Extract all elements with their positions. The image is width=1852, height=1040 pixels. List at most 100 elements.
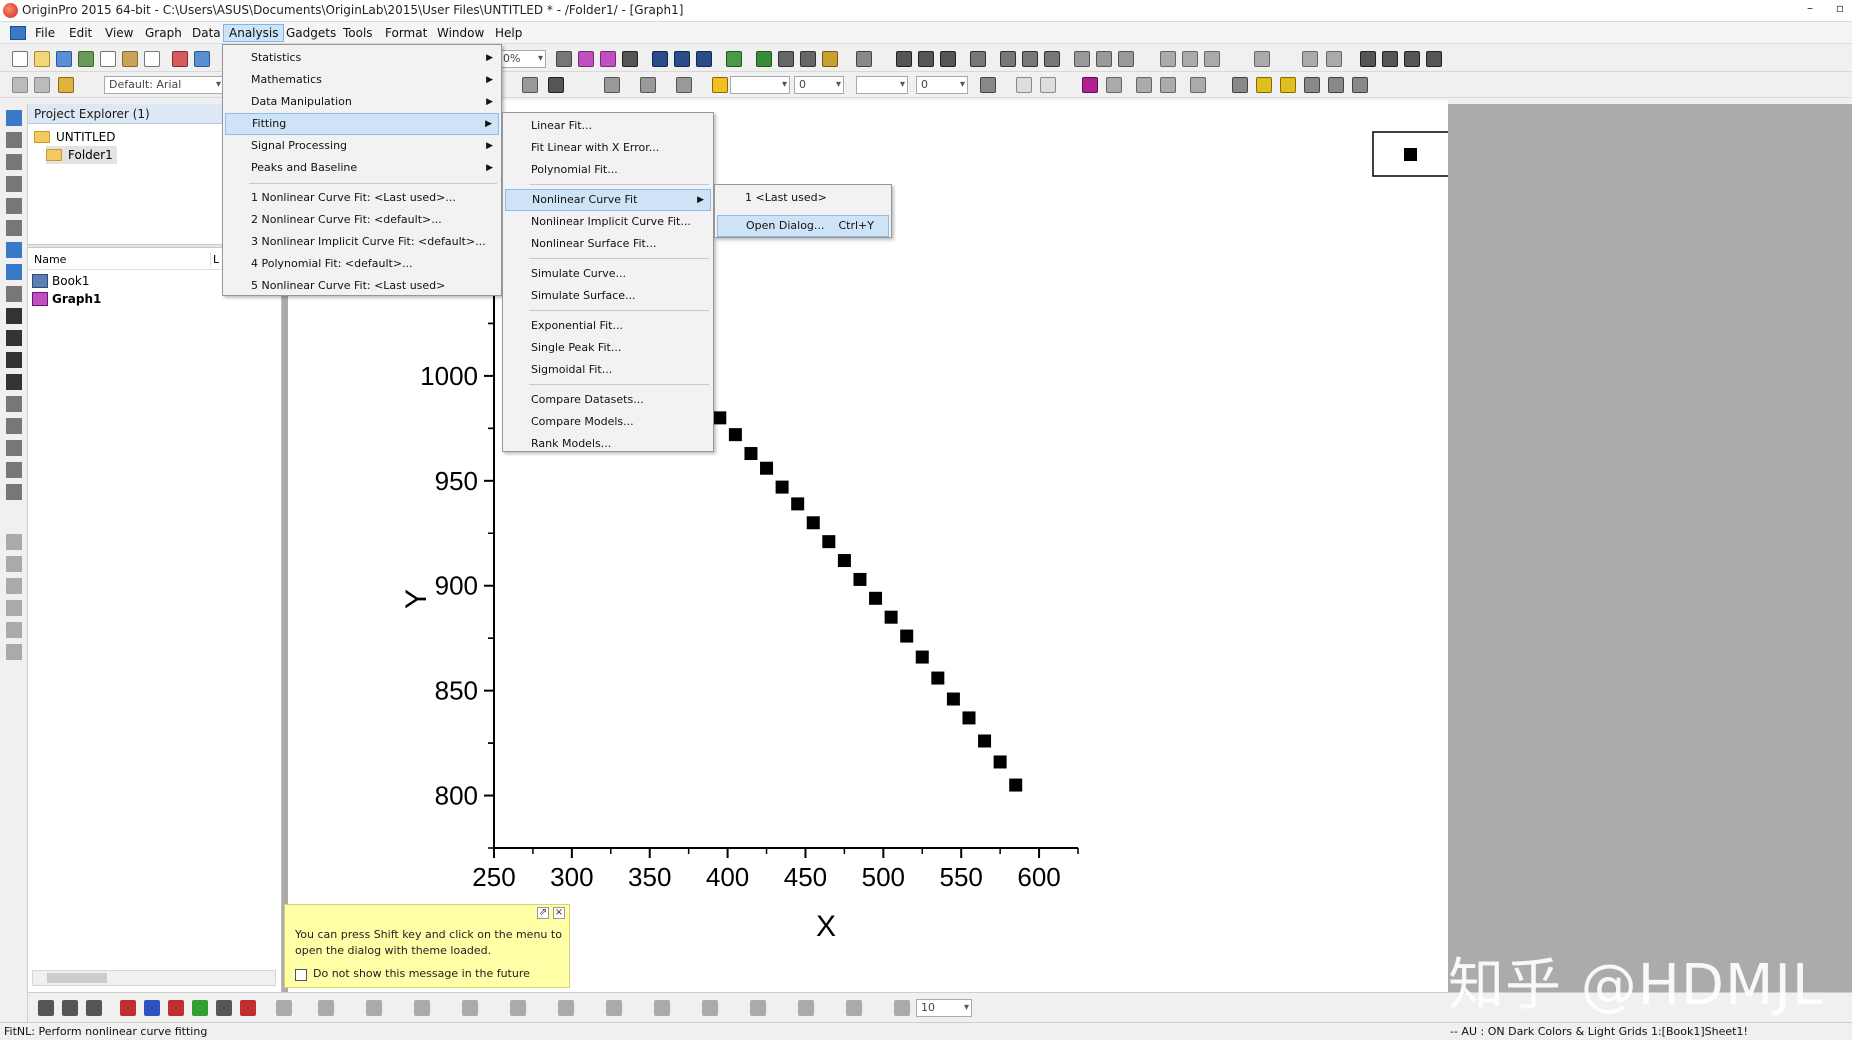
data-point[interactable] <box>744 447 758 461</box>
data-point[interactable] <box>853 572 867 586</box>
bulb-icon[interactable] <box>1256 77 1272 93</box>
data-point[interactable] <box>993 755 1007 769</box>
histogram-icon[interactable] <box>1044 51 1060 67</box>
layer-tool-icon[interactable] <box>6 418 22 434</box>
perspective-icon[interactable] <box>750 1000 766 1016</box>
polar-plot-icon[interactable] <box>216 1000 232 1016</box>
border-width-combo[interactable]: 0 <box>916 76 968 94</box>
fitting-menu-item-group5-2[interactable]: Rank Models... <box>505 433 711 455</box>
contour-icon[interactable] <box>318 1000 334 1016</box>
table-object-icon[interactable] <box>6 644 22 660</box>
3d-scatter-icon[interactable] <box>366 1000 382 1016</box>
rescale-icon[interactable] <box>6 462 22 478</box>
data-selector-icon[interactable] <box>6 198 22 214</box>
pointer-icon[interactable] <box>6 110 22 126</box>
zoom-page-icon[interactable] <box>894 1000 910 1016</box>
layer-icon[interactable] <box>800 51 816 67</box>
fitting-menu-item-group4-0[interactable]: Exponential Fit... <box>505 315 711 337</box>
zoom-out-icon[interactable] <box>6 154 22 170</box>
code-builder-icon[interactable] <box>652 51 668 67</box>
menu-file[interactable]: File <box>30 24 60 42</box>
hand-tool-icon[interactable] <box>6 396 22 412</box>
menu-analysis[interactable]: Analysis <box>223 24 285 42</box>
axis-icon[interactable] <box>6 578 22 594</box>
region-select-icon[interactable] <box>6 242 22 258</box>
line-style-combo[interactable] <box>730 76 790 94</box>
analysis-menu-item-1[interactable]: Mathematics ▶ <box>225 69 499 91</box>
bar-chart-icon[interactable] <box>1022 51 1038 67</box>
set-y-icon[interactable] <box>1182 51 1198 67</box>
fill-color-icon[interactable] <box>604 77 620 93</box>
set-z-icon[interactable] <box>1204 51 1220 67</box>
format-painter-icon[interactable] <box>1304 77 1320 93</box>
scroll-thumb[interactable] <box>47 973 107 983</box>
menu-tools[interactable]: Tools <box>338 24 378 42</box>
zoom-combo[interactable]: 0% <box>498 50 546 68</box>
refresh-icon[interactable] <box>578 51 594 67</box>
font-color-icon[interactable] <box>548 77 564 93</box>
fitting-menu-item-group3-0[interactable]: Simulate Curve... <box>505 263 711 285</box>
pattern-icon[interactable] <box>640 77 656 93</box>
add-column-icon[interactable] <box>856 51 872 67</box>
data-point[interactable] <box>915 650 929 664</box>
tip-checkbox[interactable] <box>295 969 307 981</box>
results-log-icon[interactable] <box>622 51 638 67</box>
menu-gadgets[interactable]: Gadgets <box>281 24 341 42</box>
import-ascii-icon[interactable] <box>194 51 210 67</box>
fit-page-icon[interactable] <box>846 1000 862 1016</box>
data-point[interactable] <box>884 610 898 624</box>
subgroup-icon[interactable] <box>1326 51 1342 67</box>
rotate-icon[interactable] <box>654 1000 670 1016</box>
object-align-icon[interactable] <box>510 1000 526 1016</box>
menu-data[interactable]: Data <box>187 24 226 42</box>
duplicate-icon[interactable] <box>600 51 616 67</box>
font-combo[interactable]: Default: Arial <box>104 76 224 94</box>
menu-format[interactable]: Format <box>380 24 432 42</box>
data-point[interactable] <box>962 711 976 725</box>
sum-icon[interactable] <box>918 51 934 67</box>
recent-fit-item-4[interactable]: 4 Polynomial Fit: <default>... <box>225 253 499 275</box>
data-point[interactable] <box>931 671 945 685</box>
data-point[interactable] <box>978 734 992 748</box>
text-tool-icon[interactable] <box>6 308 22 324</box>
line-plot-icon[interactable] <box>38 1000 54 1016</box>
zoom-in-icon[interactable] <box>6 132 22 148</box>
next-page-icon[interactable] <box>1404 51 1420 67</box>
tip-pin-button[interactable]: ⇗ <box>537 907 549 919</box>
new-workbook-icon[interactable] <box>56 51 72 67</box>
unmerge-icon[interactable] <box>1106 77 1122 93</box>
3d-wire-icon[interactable] <box>462 1000 478 1016</box>
tip-close-button[interactable]: × <box>553 907 565 919</box>
object-manager-icon[interactable] <box>822 51 838 67</box>
swap-icon[interactable] <box>1160 77 1176 93</box>
data-point[interactable] <box>822 535 836 549</box>
fitting-menu-item-group2-0[interactable]: Nonlinear Curve Fit ▶ <box>505 189 711 211</box>
brightness-icon[interactable] <box>712 77 728 93</box>
data-point[interactable] <box>760 461 774 475</box>
box-plot-icon[interactable] <box>144 1000 160 1016</box>
fitting-menu-item-group4-1[interactable]: Single Peak Fit... <box>505 337 711 359</box>
mask-icon[interactable] <box>6 264 22 280</box>
new-notes-icon[interactable] <box>100 51 116 67</box>
draw-data-icon[interactable] <box>6 286 22 302</box>
sort-icon[interactable] <box>940 51 956 67</box>
copy-icon[interactable] <box>34 77 50 93</box>
project-explorer-icon[interactable] <box>726 51 742 67</box>
menu-view[interactable]: View <box>100 24 138 42</box>
fitting-menu-item-group1-0[interactable]: Linear Fit... <box>505 115 711 137</box>
lock-icon[interactable] <box>1190 77 1206 93</box>
screen-reader-icon[interactable] <box>6 176 22 192</box>
frequency-icon[interactable] <box>970 51 986 67</box>
tree-folder1[interactable]: Folder1 <box>46 146 117 164</box>
data-point[interactable] <box>837 554 851 568</box>
group-icon[interactable] <box>1302 51 1318 67</box>
first-page-icon[interactable] <box>1360 51 1376 67</box>
data-point[interactable] <box>791 497 805 511</box>
fitting-menu-item-group2-1[interactable]: Nonlinear Implicit Curve Fit... <box>505 211 711 233</box>
arrow-tool-icon[interactable] <box>6 330 22 346</box>
fitting-menu-item-group4-2[interactable]: Sigmoidal Fit... <box>505 359 711 381</box>
menu-window[interactable]: Window <box>432 24 489 42</box>
line-tool-icon[interactable] <box>6 352 22 368</box>
tree-root[interactable]: UNTITLED <box>34 128 115 146</box>
print-icon[interactable] <box>556 51 572 67</box>
